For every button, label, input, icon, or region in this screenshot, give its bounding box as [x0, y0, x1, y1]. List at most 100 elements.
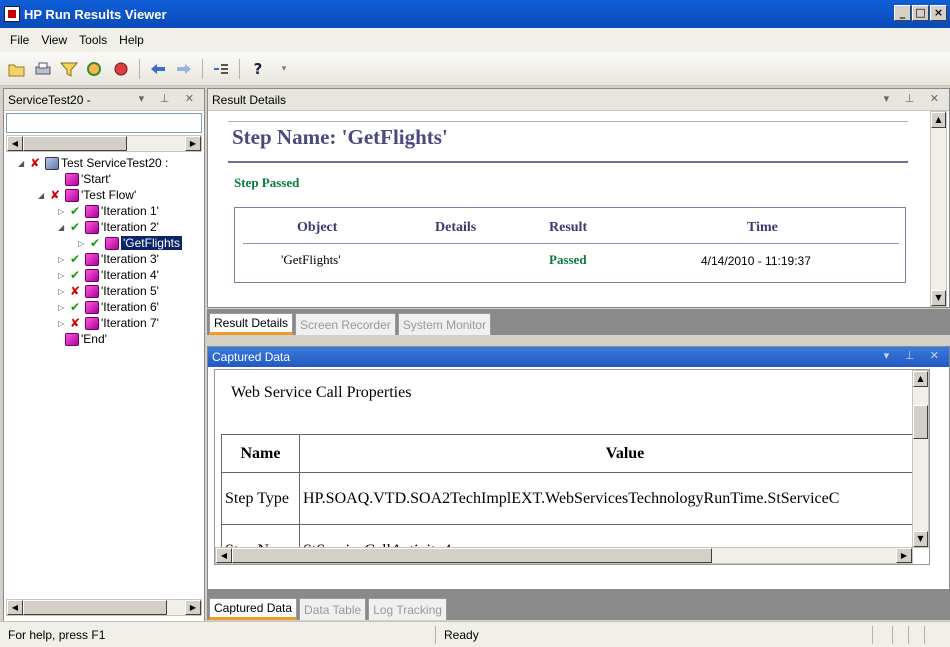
- tree-top-hscrollbar[interactable]: ◀ ▶: [6, 135, 202, 152]
- overflow-icon[interactable]: ▾: [273, 58, 295, 80]
- pane-controls[interactable]: ▾ ⊥ ✕: [884, 349, 945, 362]
- tree-node-label: 'Iteration 3': [101, 252, 159, 266]
- scroll-thumb[interactable]: [913, 405, 928, 439]
- tree-node[interactable]: 'End': [38, 331, 107, 347]
- tree-node[interactable]: ▷ ✔ 'Iteration 1': [58, 203, 159, 219]
- tree-node-label: 'Start': [81, 172, 111, 186]
- captured-data-title: Captured Data: [212, 350, 291, 364]
- scroll-left-icon[interactable]: ◀: [7, 600, 23, 615]
- cell-object: 'GetFlights': [281, 252, 341, 267]
- passed-check-icon: ✔: [69, 220, 81, 234]
- find-icon[interactable]: [84, 58, 106, 80]
- app-icon: [4, 6, 20, 22]
- tree-expander-icon[interactable]: ▷: [58, 271, 68, 280]
- tree-node[interactable]: ◢ ✘ Test ServiceTest20 :: [18, 155, 168, 171]
- menu-view[interactable]: View: [35, 33, 73, 47]
- captured-hscrollbar[interactable]: ◀ ▶: [215, 547, 913, 564]
- tree-pane-title: ServiceTest20 -: [8, 92, 91, 107]
- close-button[interactable]: ×: [930, 5, 947, 21]
- tree-node[interactable]: ◢ ✘ 'Test Flow': [38, 187, 136, 203]
- captured-data-header: Captured Data ▾ ⊥ ✕: [208, 347, 949, 367]
- cell-time: 4/14/2010 - 11:19:37: [701, 254, 811, 268]
- scroll-right-icon[interactable]: ▶: [185, 136, 201, 151]
- tree-expander-icon[interactable]: ▷: [58, 287, 68, 296]
- tree-expander-icon[interactable]: ▷: [58, 255, 68, 264]
- captured-data-view: Web Service Call Properties Name Value S…: [214, 369, 930, 565]
- status-bar: For help, press F1 Ready: [0, 621, 950, 647]
- menu-file[interactable]: File: [4, 33, 35, 47]
- menu-help[interactable]: Help: [113, 33, 150, 47]
- tree-node-label: Test ServiceTest20 :: [61, 156, 169, 170]
- scroll-thumb[interactable]: [23, 600, 167, 615]
- print-icon[interactable]: [32, 58, 54, 80]
- tab-result-details[interactable]: Result Details: [209, 313, 294, 335]
- quality-center-icon[interactable]: [110, 58, 132, 80]
- tree-node[interactable]: 'Start': [38, 171, 111, 187]
- step-icon: [85, 300, 99, 314]
- captured-tabs: Captured Data Data Table Log Tracking: [207, 590, 950, 620]
- tree-node-label: 'Iteration 4': [101, 268, 159, 282]
- tab-captured-data[interactable]: Captured Data: [209, 598, 298, 620]
- scroll-thumb[interactable]: [232, 548, 712, 563]
- table-row: Step Type HP.SOAQ.VTD.SOA2TechImplEXT.We…: [221, 472, 929, 525]
- tree-node[interactable]: ▷ ✔ 'Iteration 3': [58, 251, 159, 267]
- tree-expander-icon[interactable]: ◢: [58, 223, 68, 232]
- tree-node[interactable]: ▷ ✔ 'Iteration 6': [58, 299, 159, 315]
- tab-log-tracking[interactable]: Log Tracking: [368, 598, 447, 620]
- step-icon: [65, 172, 79, 186]
- menu-tools[interactable]: Tools: [73, 33, 113, 47]
- result-details-vscrollbar[interactable]: ▲ ▼: [930, 111, 947, 307]
- expand-tree-icon[interactable]: [210, 58, 232, 80]
- minimize-button[interactable]: _: [894, 5, 911, 21]
- row-value: HP.SOAQ.VTD.SOA2TechImplEXT.WebServicesT…: [299, 472, 929, 525]
- tree-node[interactable]: ◢ ✔ 'Iteration 2': [58, 219, 159, 235]
- tree-node[interactable]: ▷ ✘ 'Iteration 7': [58, 315, 159, 331]
- tree-expander-icon[interactable]: ▷: [58, 303, 68, 312]
- step-icon: [85, 316, 99, 330]
- tree-node[interactable]: ▷ ✘ 'Iteration 5': [58, 283, 159, 299]
- result-details-title: Result Details: [212, 92, 287, 107]
- tree-expander-icon[interactable]: ◢: [38, 191, 48, 200]
- open-folder-icon[interactable]: [6, 58, 28, 80]
- scroll-down-icon[interactable]: ▼: [913, 531, 928, 547]
- tab-data-table[interactable]: Data Table: [299, 598, 367, 620]
- passed-check-icon: ✔: [69, 252, 81, 266]
- scroll-right-icon[interactable]: ▶: [185, 600, 201, 615]
- tab-system-monitor[interactable]: System Monitor: [397, 313, 492, 335]
- col-result: Result: [549, 220, 588, 235]
- filter-icon[interactable]: [58, 58, 80, 80]
- menu-bar: File View Tools Help: [0, 28, 950, 52]
- tree-node-label: 'Iteration 7': [101, 316, 159, 330]
- scroll-right-icon[interactable]: ▶: [896, 548, 912, 563]
- step-icon: [85, 284, 99, 298]
- scroll-left-icon[interactable]: ◀: [7, 136, 23, 151]
- pane-controls[interactable]: ▾ ⊥ ✕: [139, 92, 200, 105]
- tree-node[interactable]: ▷ ✔ 'Iteration 4': [58, 267, 159, 283]
- maximize-button[interactable]: □: [912, 5, 929, 21]
- scroll-left-icon[interactable]: ◀: [216, 548, 232, 563]
- pane-controls[interactable]: ▾ ⊥ ✕: [884, 92, 945, 105]
- captured-data-pane: Captured Data ▾ ⊥ ✕ Web Service Call Pro…: [207, 346, 950, 590]
- tree-expander-icon[interactable]: ◢: [18, 159, 28, 168]
- forward-arrow-icon[interactable]: [173, 58, 195, 80]
- back-arrow-icon[interactable]: [147, 58, 169, 80]
- scroll-thumb[interactable]: [23, 136, 127, 151]
- failed-x-icon: ✘: [49, 188, 61, 202]
- scroll-up-icon[interactable]: ▲: [913, 371, 928, 387]
- properties-heading: Web Service Call Properties: [231, 384, 412, 401]
- tree-search-input[interactable]: [6, 113, 202, 133]
- scroll-down-icon[interactable]: ▼: [931, 290, 946, 306]
- captured-vscrollbar[interactable]: ▲ ▼: [912, 370, 929, 548]
- tree-node[interactable]: ▷ ✔ 'GetFlights: [78, 235, 182, 251]
- passed-check-icon: ✔: [89, 236, 101, 250]
- tree-node-label: 'GetFlights: [121, 236, 182, 250]
- tab-screen-recorder[interactable]: Screen Recorder: [295, 313, 396, 335]
- scroll-up-icon[interactable]: ▲: [931, 112, 946, 128]
- properties-table: Name Value Step Type HP.SOAQ.VTD.SOA2Tec…: [221, 434, 929, 564]
- step-icon: [85, 252, 99, 266]
- tree-bottom-hscrollbar[interactable]: ◀ ▶: [6, 599, 202, 616]
- tree-expander-icon[interactable]: ▷: [58, 319, 68, 328]
- tree-expander-icon[interactable]: ▷: [78, 239, 88, 248]
- help-icon[interactable]: ?: [247, 58, 269, 80]
- tree-expander-icon[interactable]: ▷: [58, 207, 68, 216]
